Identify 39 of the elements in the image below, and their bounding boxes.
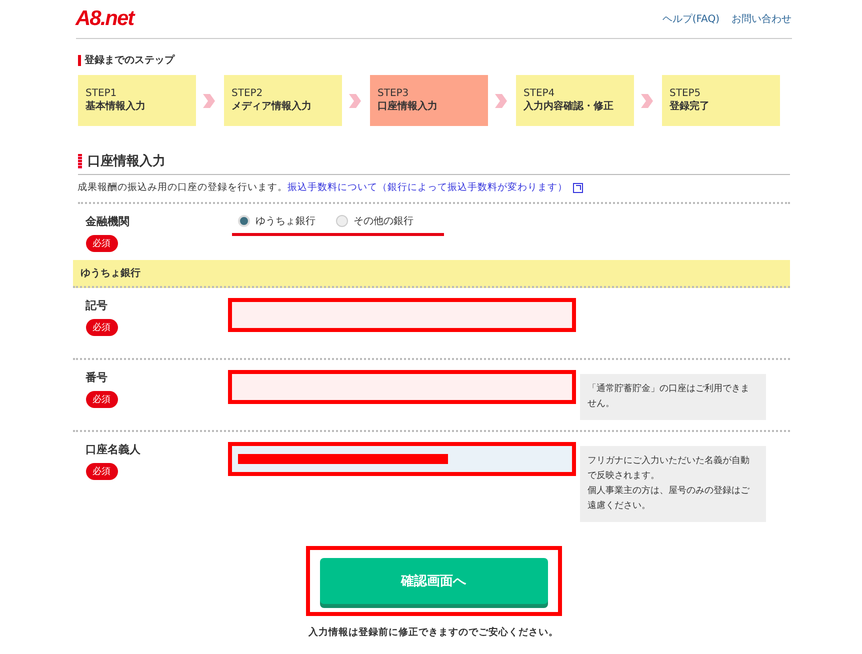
step-box: STEP1 基本情報入力 [78,75,196,126]
required-badge: 必須 [86,391,118,408]
step-box: STEP2 メディア情報入力 [224,75,342,126]
fee-link[interactable]: 振込手数料について（銀行によって振込手数料が変わります） [288,181,568,194]
radio-button[interactable] [336,215,348,227]
note-text: 「通常貯蓄貯金」の口座はご利用できません。 [588,382,750,411]
field-label: 口座名義人 [86,442,142,457]
description-text: 成果報酬の振込み用の口座の登録を行います。 [78,181,288,194]
radio-button[interactable] [238,215,250,227]
required-badge: 必須 [86,319,118,336]
step-box: STEP5 登録完了 [662,75,780,126]
chevron-icon [202,92,216,108]
step-box: STEP3 口座情報入力 [370,75,488,126]
note-text: 個人事業主の方は、屋号のみの登録はご遠慮ください。 [588,484,750,513]
input-field[interactable] [228,298,576,332]
header-link[interactable]: お問い合わせ [732,12,792,26]
input-field[interactable] [228,442,576,476]
heading-marker [78,154,82,168]
input-field[interactable] [228,370,576,404]
footnote: 入力情報は登録前に修正できますのでご安心ください。 [308,626,558,639]
field-label: 番号 [86,370,108,385]
header-link[interactable]: ヘルプ(FAQ) [662,12,720,26]
required-badge: 必須 [86,235,118,252]
required-badge: 必須 [86,463,118,480]
field-label: 金融機関 [86,214,130,229]
external-link-icon[interactable] [572,182,582,192]
chevron-icon [348,92,362,108]
step-box: STEP4 入力内容確認・修正 [516,75,634,126]
chevron-icon [494,92,508,108]
logo[interactable]: A8.net [76,7,134,31]
section-title: 口座情報入力 [88,152,166,170]
steps-heading: 登録までのステップ [84,53,174,67]
chevron-icon [640,92,654,108]
heading-marker [78,54,80,66]
note-text: フリガナにご入力いただいた名義が自動で反映されます。 [588,454,750,483]
radio-label[interactable]: その他の銀行 [354,214,414,228]
subsection-header: ゆうちょ銀行 [72,260,790,288]
radio-label[interactable]: ゆうちょ銀行 [256,214,316,228]
field-label: 記号 [86,298,108,313]
